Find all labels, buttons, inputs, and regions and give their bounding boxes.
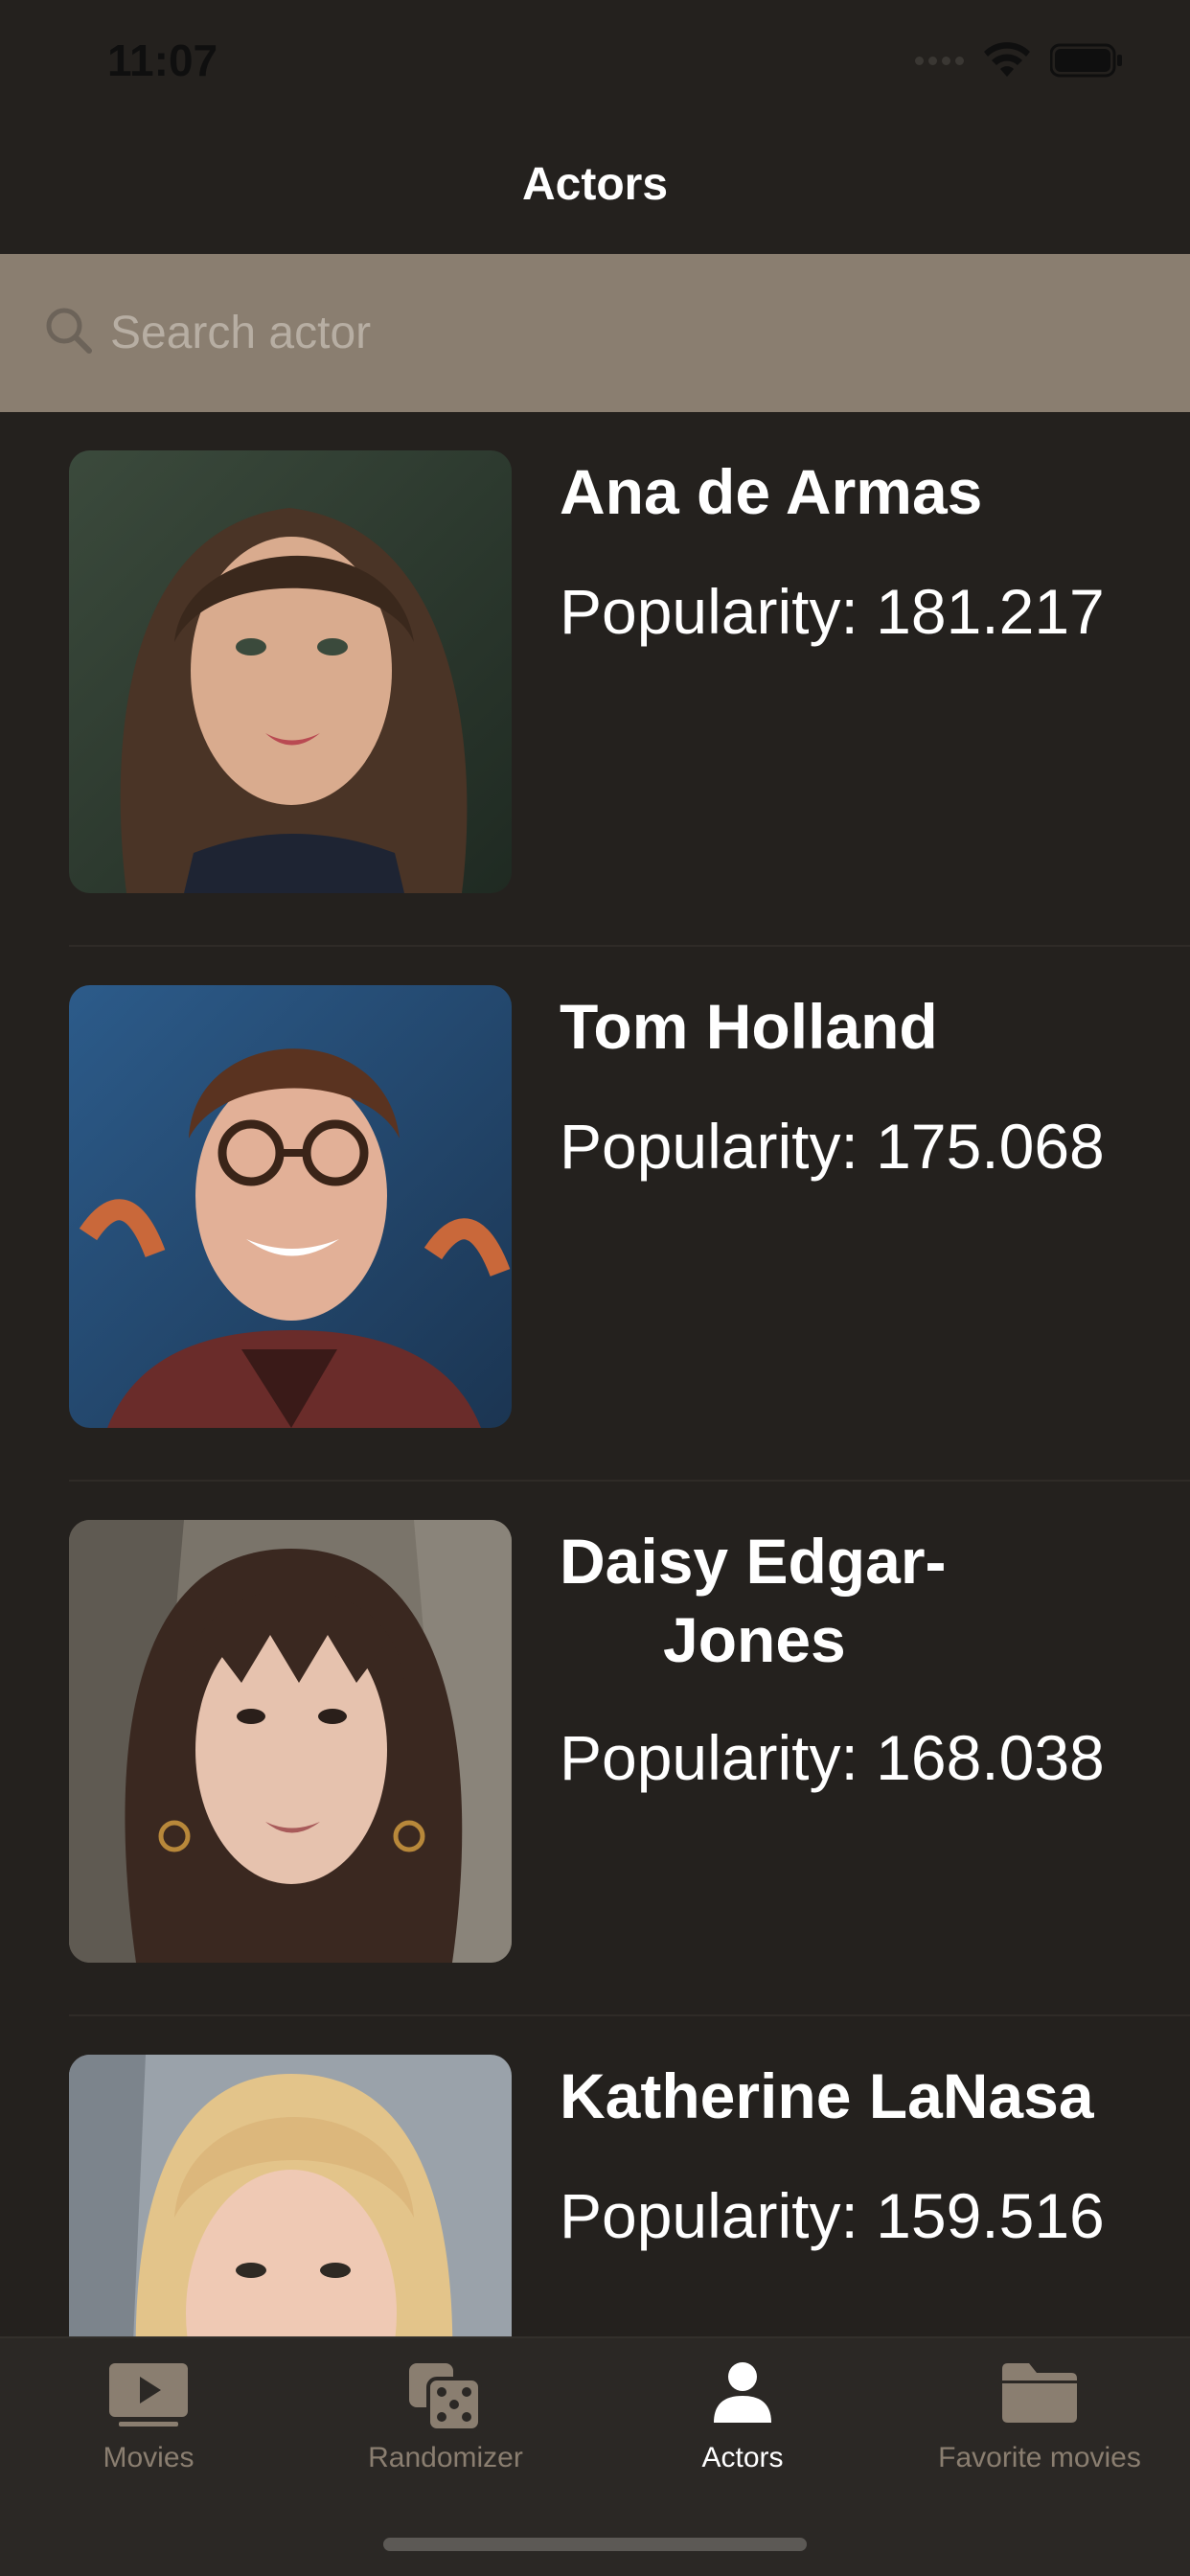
actor-photo — [69, 450, 512, 893]
actor-popularity: Popularity: 175.068 — [560, 1111, 1105, 1182]
actor-name-line-2: Jones — [663, 1604, 846, 1675]
search-icon — [44, 306, 94, 360]
tab-actors[interactable]: Actors — [594, 2338, 891, 2511]
actor-name: Katherine LaNasa — [560, 2060, 1094, 2131]
actor-popularity: Popularity: 181.217 — [560, 576, 1105, 647]
dice-icon — [297, 2361, 594, 2438]
tab-label: Actors — [701, 2442, 784, 2473]
actor-name: Tom Holland — [560, 991, 938, 1062]
actor-popularity: Popularity: 159.516 — [560, 2180, 1105, 2251]
tab-label: Movies — [103, 2442, 195, 2473]
search-bar — [0, 254, 1190, 412]
actor-name: Ana de Armas — [560, 456, 983, 527]
actor-photo — [69, 985, 512, 1428]
list-item[interactable]: Tom Holland Popularity: 175.068 — [0, 947, 1190, 1482]
folder-icon — [891, 2361, 1188, 2438]
status-bar: 11:07 — [0, 0, 1190, 134]
page-title: Actors — [521, 159, 669, 210]
actor-photo — [69, 2055, 512, 2336]
actor-name: Daisy Edgar- Jones — [560, 1522, 1154, 1679]
tab-randomizer[interactable]: Randomizer — [297, 2338, 594, 2511]
tab-favorite-movies[interactable]: Favorite movies — [891, 2338, 1188, 2511]
list-item[interactable]: Ana de Armas Popularity: 181.217 — [0, 412, 1190, 947]
actor-photo — [69, 1520, 512, 1963]
tab-label: Favorite movies — [938, 2442, 1141, 2473]
battery-icon — [1050, 43, 1123, 78]
actor-popularity: Popularity: 168.038 — [560, 1722, 1105, 1793]
list-item[interactable]: Daisy Edgar- Jones Popularity: 168.038 — [0, 1482, 1190, 2016]
tab-movies[interactable]: Movies — [0, 2338, 297, 2511]
cellular-signal-icon — [915, 56, 964, 65]
person-icon — [594, 2361, 891, 2438]
play-icon — [0, 2361, 297, 2438]
search-input[interactable] — [110, 304, 1145, 361]
actor-list: Ana de Armas Popularity: 181.217 Tom Hol… — [0, 412, 1190, 2336]
wifi-icon — [983, 42, 1031, 79]
tab-label: Randomizer — [368, 2442, 523, 2473]
status-time: 11:07 — [107, 35, 218, 85]
list-item[interactable]: Katherine LaNasa Popularity: 159.516 — [0, 2016, 1190, 2336]
status-icons — [915, 42, 1123, 79]
home-indicator — [383, 2538, 807, 2551]
actor-name-line-1: Daisy Edgar- — [560, 1526, 947, 1597]
